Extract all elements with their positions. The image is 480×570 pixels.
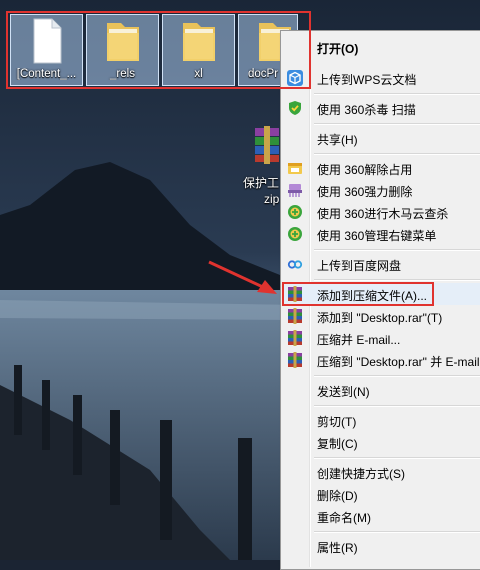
360-trojan-icon [287,204,303,220]
menu-separator [314,153,480,155]
winrar-icon [287,352,303,368]
menu-item-upload-wps[interactable]: 上传到WPS云文档 [283,67,480,89]
menu-separator [314,279,480,281]
menu-item-compress-to-desktop-rar-email[interactable]: 压缩到 "Desktop.rar" 并 E-mail [283,349,480,371]
360-unlock-icon [287,160,303,176]
menu-item-360-unlock[interactable]: 使用 360解除占用 [283,157,480,179]
menu-separator [314,457,480,459]
menu-item-open[interactable]: 打开(O) [283,36,480,58]
menu-separator [314,531,480,533]
360-menu-icon [287,226,303,242]
menu-item-baidu-upload[interactable]: 上传到百度网盘 [283,253,480,275]
menu-separator [314,123,480,125]
menu-item-360-trojan-scan[interactable]: 使用 360进行木马云查杀 [283,201,480,223]
menu-separator [314,93,480,95]
menu-item-rename[interactable]: 重命名(M) [283,505,480,527]
menu-item-cut[interactable]: 剪切(T) [283,409,480,431]
menu-item-360-scan[interactable]: 使用 360杀毒 扫描 [283,97,480,119]
pointer-arrow-annotation [208,260,277,294]
menu-item-properties[interactable]: 属性(R) [283,535,480,557]
icon-label: 保护工 [243,176,280,190]
360-shield-icon [287,100,303,116]
menu-item-360-force-delete[interactable]: 使用 360强力删除 [283,179,480,201]
menu-item-highlight-box [282,282,434,306]
menu-item-delete[interactable]: 删除(D) [283,483,480,505]
baidu-netdisk-icon [287,256,303,272]
icon-label-line2: zip [264,192,280,206]
menu-item-share[interactable]: 共享(H) [283,127,480,149]
menu-item-compress-and-email[interactable]: 压缩并 E-mail... [283,327,480,349]
menu-separator [314,249,480,251]
menu-item-copy[interactable]: 复制(C) [283,431,480,453]
menu-separator [314,375,480,377]
menu-item-add-to-desktop-rar[interactable]: 添加到 "Desktop.rar"(T) [283,305,480,327]
menu-separator [314,405,480,407]
menu-item-360-manage-menu[interactable]: 使用 360管理右键菜单 [283,223,480,245]
winrar-archive-icon [252,126,282,169]
winrar-icon [287,330,303,346]
menu-item-create-shortcut[interactable]: 创建快捷方式(S) [283,461,480,483]
menu-item-send-to[interactable]: 发送到(N) [283,379,480,401]
winrar-icon [287,308,303,324]
selection-highlight-box [6,11,311,89]
360-shred-icon [287,182,303,198]
